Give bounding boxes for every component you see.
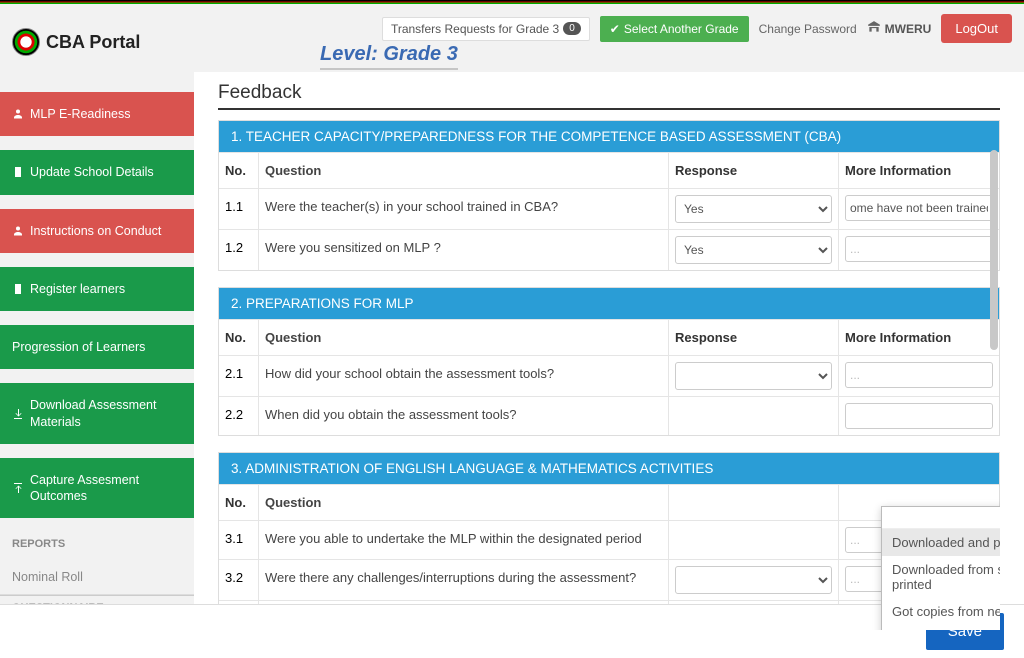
sidebar-item-capture-outcomes[interactable]: Capture Assesment Outcomes [0, 458, 194, 519]
portal-title: CBA Portal [46, 32, 140, 53]
header-more: More Information [839, 153, 999, 188]
sidebar-item-label: Instructions on Conduct [30, 223, 161, 239]
transfer-requests[interactable]: Transfers Requests for Grade 3 0 [382, 17, 590, 41]
header-no: No. [219, 485, 259, 520]
download-icon [12, 408, 24, 420]
question-no: 3.1 [219, 521, 259, 559]
main-content: Feedback 1. TEACHER CAPACITY/PREPAREDNES… [194, 72, 1024, 658]
transfer-label: Transfers Requests for Grade 3 [391, 22, 559, 36]
upload-icon [12, 482, 24, 494]
dropdown-option[interactable]: Downloaded from school computer and prin… [882, 556, 1000, 598]
section-heading: 1. TEACHER CAPACITY/PREPAREDNESS FOR THE… [219, 121, 999, 152]
more-info-input[interactable] [845, 195, 993, 221]
sidebar-item-label: Download Assessment Materials [30, 397, 182, 430]
person-icon [12, 225, 24, 237]
sidebar-item-label: Register learners [30, 281, 125, 297]
header-more: More Information [839, 320, 999, 355]
sidebar-item-progression[interactable]: Progression of Learners [0, 325, 194, 369]
question-text: Were the teacher(s) in your school train… [259, 189, 669, 229]
more-info-input[interactable] [845, 362, 993, 388]
question-no: 1.2 [219, 230, 259, 270]
section-1: 1. TEACHER CAPACITY/PREPAREDNESS FOR THE… [218, 120, 1000, 271]
person-icon [12, 108, 24, 120]
sidebar-item-instructions[interactable]: Instructions on Conduct [0, 209, 194, 253]
header-response: Response [669, 153, 839, 188]
header-response: Response [669, 320, 839, 355]
section-heading: 3. ADMINISTRATION OF ENGLISH LANGUAGE & … [219, 453, 999, 484]
response-dropdown-open[interactable]: Downloaded and printed in a cyber café D… [881, 506, 1000, 630]
select-grade-label: Select Another Grade [624, 22, 739, 36]
sidebar-item-label: Capture Assesment Outcomes [30, 472, 182, 505]
scroll-area: 1. TEACHER CAPACITY/PREPAREDNESS FOR THE… [218, 120, 1000, 630]
dropdown-blank-option[interactable] [882, 507, 1000, 529]
institution-block[interactable]: MWERU [867, 20, 932, 37]
header: CBA Portal Level: Grade 3 Transfers Requ… [0, 4, 1024, 72]
question-text: Were there any challenges/interruptions … [259, 560, 669, 600]
sidebar: MLP E-Readiness Update School Details In… [0, 72, 194, 658]
response-select[interactable] [675, 362, 832, 390]
dropdown-option[interactable]: Got copies from neighboring school [882, 598, 1000, 625]
sidebar-item-update-school[interactable]: Update School Details [0, 150, 194, 194]
header-question: Question [259, 153, 669, 188]
logo-icon [12, 28, 40, 56]
check-icon: ✔ [610, 22, 620, 36]
sidebar-item-label: MLP E-Readiness [30, 106, 131, 122]
more-info-input[interactable] [845, 236, 993, 262]
header-question: Question [259, 320, 669, 355]
question-row: 2.1 How did your school obtain the asses… [219, 355, 999, 396]
response-select[interactable]: Yes [675, 195, 832, 223]
question-text: Were you sensitized on MLP ? [259, 230, 669, 270]
table-header: No. Question Response More Information [219, 319, 999, 355]
header-no: No. [219, 153, 259, 188]
question-no: 1.1 [219, 189, 259, 229]
level-label: Level: Grade 3 [320, 43, 458, 70]
sidebar-item-mlp-ereadiness[interactable]: MLP E-Readiness [0, 92, 194, 136]
transfer-count-badge: 0 [563, 22, 581, 35]
question-row: 1.1 Were the teacher(s) in your school t… [219, 188, 999, 229]
sidebar-item-label: Update School Details [30, 164, 154, 180]
sidebar-item-download-materials[interactable]: Download Assessment Materials [0, 383, 194, 444]
section-2: 2. PREPARATIONS FOR MLP No. Question Res… [218, 287, 1000, 436]
header-no: No. [219, 320, 259, 355]
section-heading: 2. PREPARATIONS FOR MLP [219, 288, 999, 319]
institution-icon [867, 20, 881, 37]
table-header: No. Question Response More Information [219, 152, 999, 188]
question-no: 2.1 [219, 356, 259, 396]
header-question: Question [259, 485, 669, 520]
response-select[interactable] [675, 566, 832, 594]
dropdown-option[interactable]: Got copies from SCDE's office [882, 625, 1000, 630]
top-actions: Transfers Requests for Grade 3 0 ✔ Selec… [382, 14, 1012, 43]
dropdown-option[interactable]: Downloaded and printed in a cyber café [882, 529, 1000, 556]
question-text: Were you able to undertake the MLP withi… [259, 521, 669, 559]
institution-name: MWERU [885, 22, 932, 36]
clipboard-icon [12, 166, 24, 178]
page-title: Feedback [218, 82, 1000, 110]
question-text: When did you obtain the assessment tools… [259, 397, 669, 435]
select-grade-button[interactable]: ✔ Select Another Grade [600, 16, 749, 42]
logo-block: CBA Portal [12, 28, 140, 56]
question-no: 3.2 [219, 560, 259, 600]
sidebar-item-nominal-roll[interactable]: Nominal Roll [0, 560, 194, 595]
logout-button[interactable]: LogOut [941, 14, 1012, 43]
change-password-link[interactable]: Change Password [759, 22, 857, 36]
sidebar-item-label: Progression of Learners [12, 339, 145, 355]
question-row: 1.2 Were you sensitized on MLP ? Yes [219, 229, 999, 270]
reports-heading: REPORTS [0, 532, 194, 556]
question-row: 2.2 When did you obtain the assessment t… [219, 396, 999, 435]
more-info-input[interactable] [845, 403, 993, 429]
save-bar: Save [0, 604, 1024, 658]
scrollbar[interactable] [990, 150, 998, 350]
question-text: How did your school obtain the assessmen… [259, 356, 669, 396]
question-no: 2.2 [219, 397, 259, 435]
sidebar-item-register-learners[interactable]: Register learners [0, 267, 194, 311]
layout: MLP E-Readiness Update School Details In… [0, 72, 1024, 658]
response-select[interactable]: Yes [675, 236, 832, 264]
clipboard-icon [12, 283, 24, 295]
